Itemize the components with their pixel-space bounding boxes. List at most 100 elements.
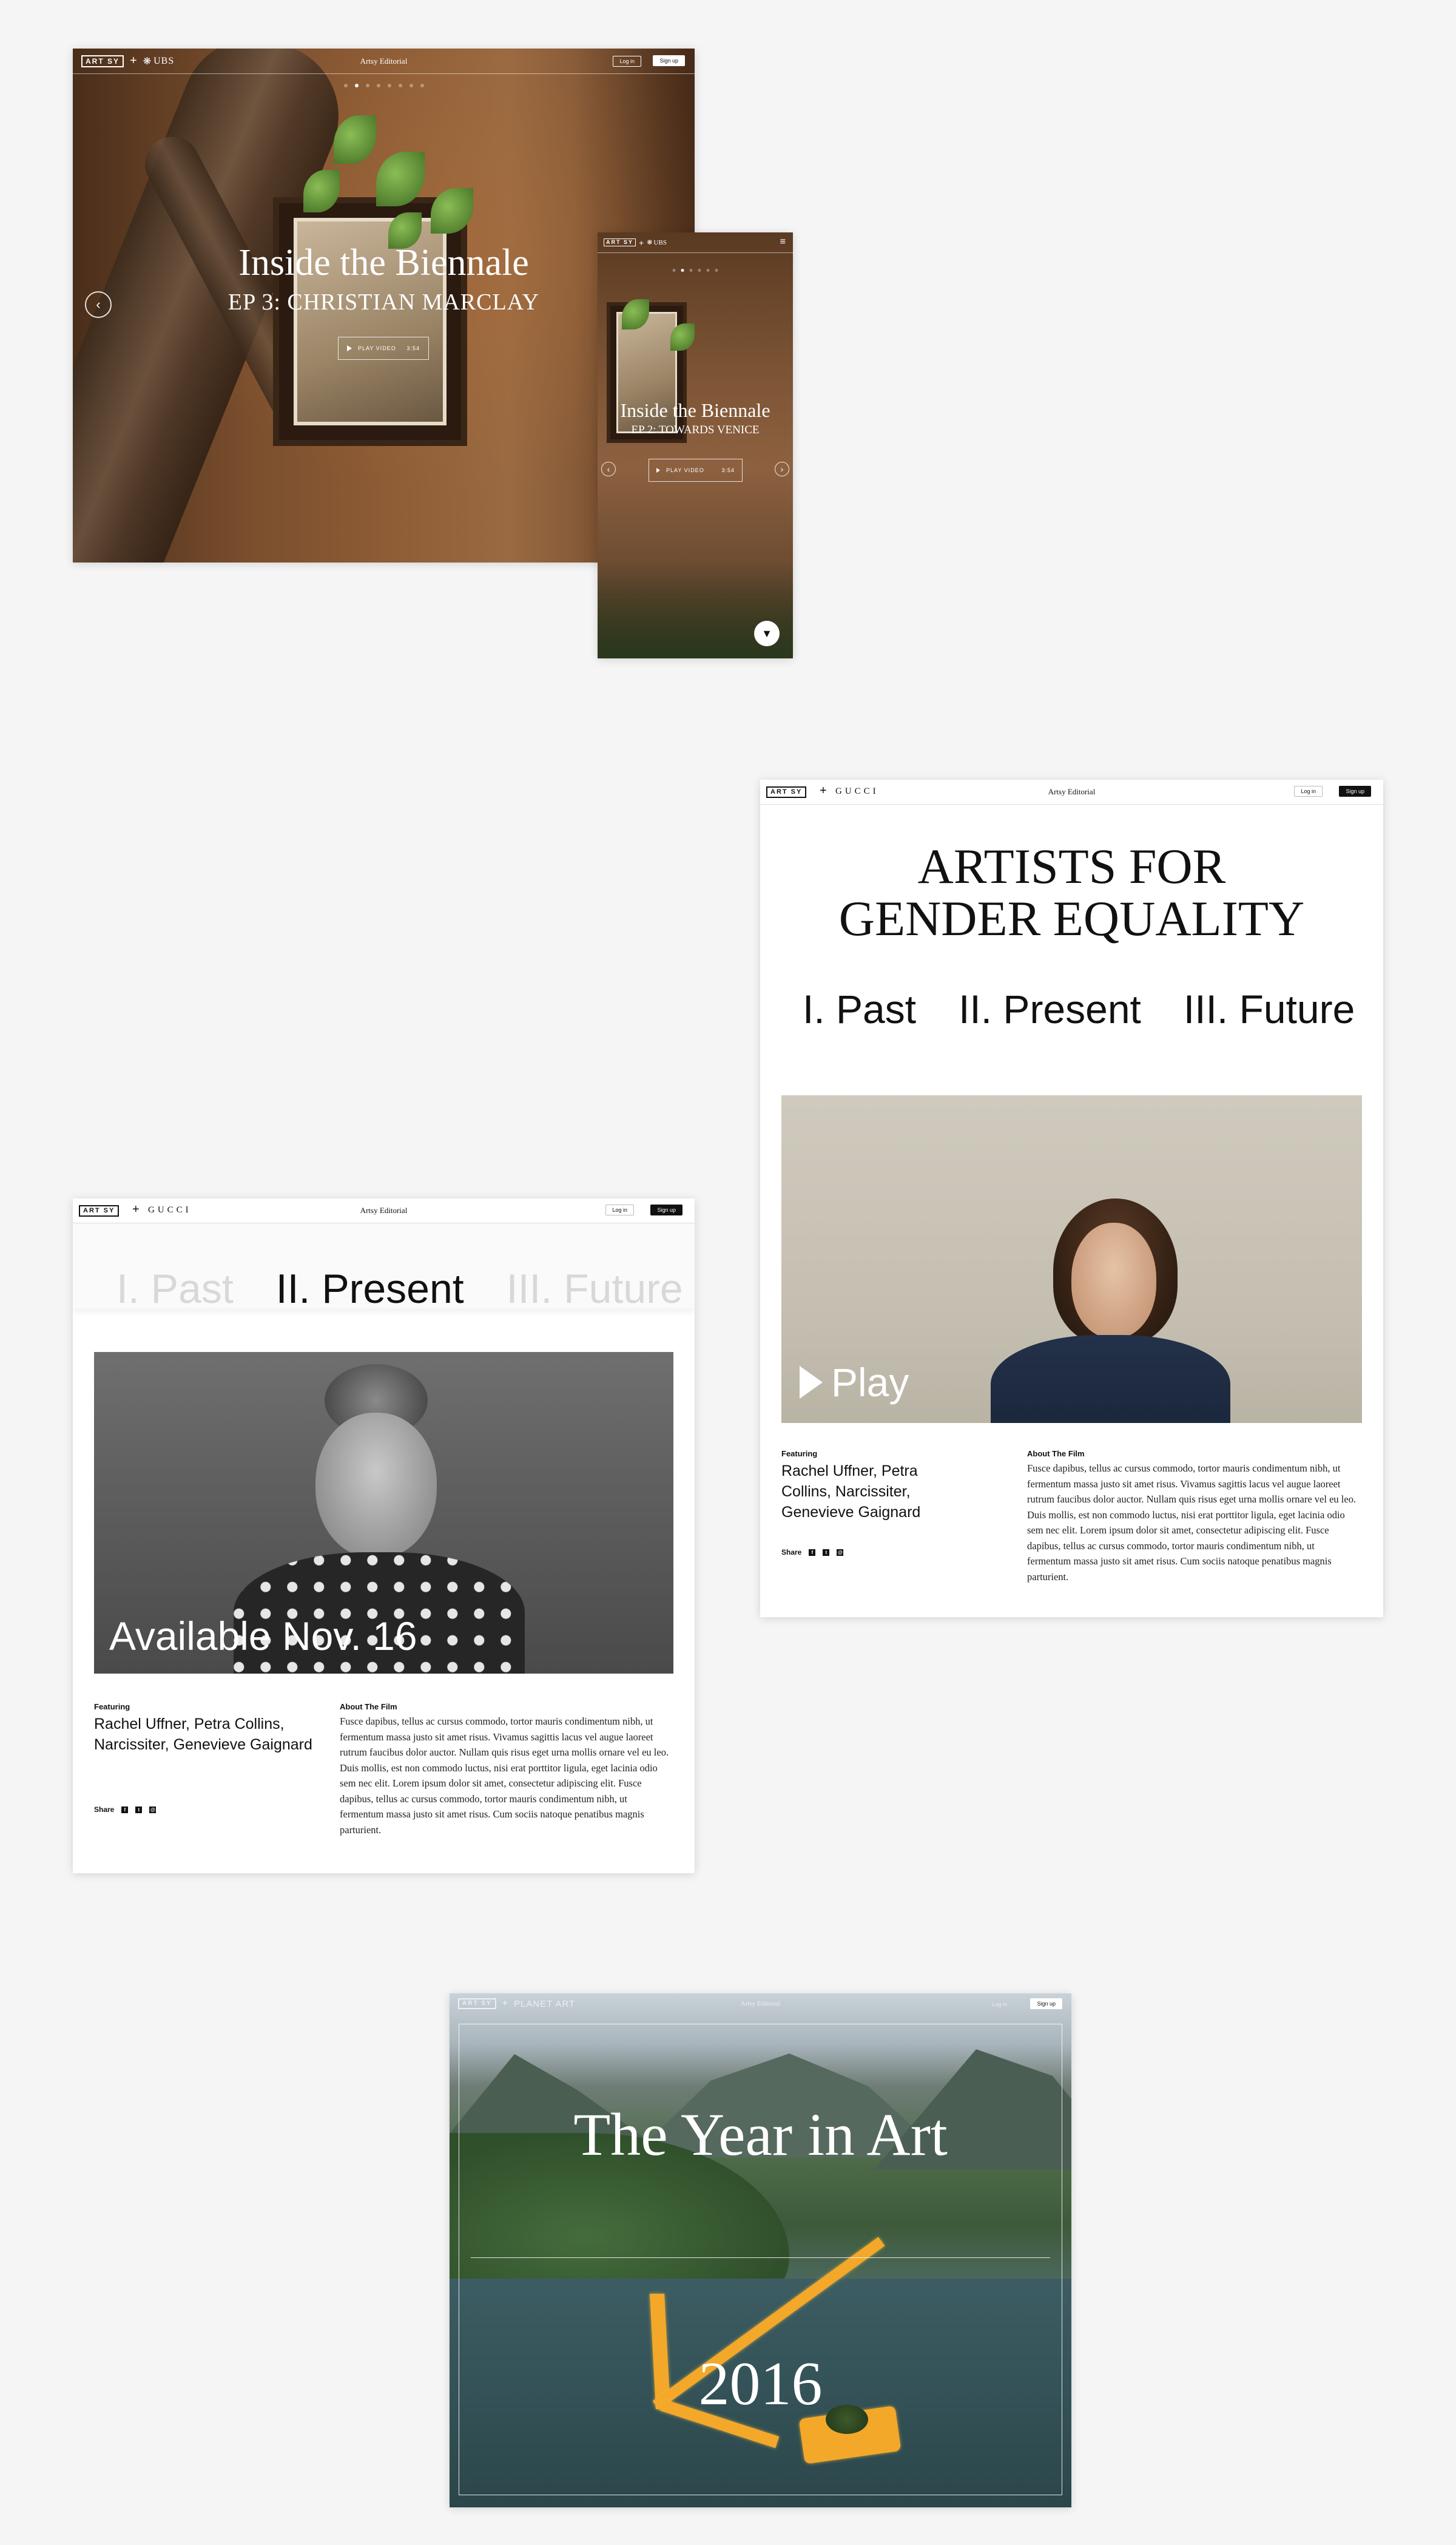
partner-logo: UBS [153, 55, 175, 66]
tab-present[interactable]: II. Present [276, 1265, 464, 1313]
prev-arrow-icon[interactable]: ‹ [85, 291, 112, 318]
video-duration: 3:54 [721, 467, 735, 473]
share-row: Share f t @ [781, 1548, 844, 1556]
email-icon[interactable]: @ [149, 1806, 157, 1813]
tab-present[interactable]: II. Present [959, 986, 1141, 1032]
headline-line-1: ARTISTS FOR [917, 839, 1226, 894]
next-arrow-icon[interactable]: › [775, 462, 789, 476]
gucci-desktop-mockup-past: ART SY + GUCCI Artsy Editorial Log in Si… [760, 780, 1383, 1617]
artsy-logo[interactable]: ART SY [458, 1998, 496, 2009]
share-label: Share [781, 1548, 802, 1556]
framed-painting [607, 302, 687, 443]
facebook-icon[interactable]: f [121, 1806, 129, 1813]
nav-title[interactable]: Artsy Editorial [741, 2000, 781, 2007]
hero-year: 2016 [698, 2350, 823, 2418]
ubs-logo-icon: ❋ [647, 239, 653, 246]
twitter-icon[interactable]: t [823, 1549, 830, 1556]
featuring-names: Rachel Uffner, Petra Collins, Narcissite… [781, 1462, 921, 1521]
slide-dot[interactable] [409, 84, 413, 87]
video-thumbnail[interactable]: Play [781, 1095, 1362, 1423]
artsy-logo[interactable]: ART SY [604, 238, 636, 246]
video-duration: 3:54 [406, 345, 420, 351]
nav-title[interactable]: Artsy Editorial [1048, 787, 1096, 797]
play-label: Play [831, 1360, 909, 1405]
slide-dot-active[interactable] [354, 84, 359, 87]
slide-dot[interactable] [343, 84, 348, 87]
partner-logo: PLANET ART [514, 1998, 576, 2009]
top-nav: ART SY + ❋ UBS ≡ [598, 232, 793, 253]
slide-dot[interactable] [398, 84, 402, 87]
tab-past[interactable]: I. Past [116, 1265, 234, 1313]
available-label: Available Nov. 16 [109, 1614, 417, 1658]
hero-subtitle: EP 2: TOWARDS VENICE [631, 424, 760, 436]
signup-button[interactable]: Sign up [1030, 1998, 1062, 2009]
signup-button[interactable]: Sign up [1339, 786, 1371, 797]
portrait-body [991, 1335, 1230, 1423]
signup-button[interactable]: Sign up [653, 55, 685, 66]
play-button[interactable]: Play [800, 1362, 909, 1402]
login-button[interactable]: Log in [985, 1999, 1014, 2010]
play-icon [347, 345, 352, 351]
play-label: PLAY VIDEO [358, 345, 396, 351]
artsy-logo[interactable]: ART SY [79, 1205, 120, 1217]
hamburger-icon[interactable]: ≡ [780, 237, 786, 248]
about-text: Fusce dapibus, tellus ac cursus commodo,… [1027, 1462, 1357, 1583]
featuring-names: Rachel Uffner, Petra Collins, Narcissite… [94, 1715, 312, 1753]
partner-logo: GUCCI [148, 1205, 192, 1215]
about-text: Fusce dapibus, tellus ac cursus commodo,… [340, 1715, 669, 1836]
play-icon [800, 1366, 823, 1399]
slide-dot[interactable] [689, 269, 693, 272]
slide-dot[interactable] [387, 84, 391, 87]
slide-dot[interactable] [365, 84, 369, 87]
ubs-mobile-mockup: ART SY + ❋ UBS ≡ Inside the Biennale EP … [598, 232, 793, 658]
tab-past[interactable]: I. Past [803, 986, 916, 1032]
facebook-icon[interactable]: f [809, 1549, 816, 1556]
nav-title[interactable]: Artsy Editorial [360, 1206, 408, 1215]
login-button[interactable]: Log in [1294, 786, 1323, 797]
top-nav: ART SY + PLANET ART Artsy Editorial Log … [450, 1993, 1071, 2014]
artsy-logo[interactable]: ART SY [81, 55, 124, 67]
prev-arrow-icon[interactable]: ‹ [601, 462, 616, 476]
top-nav: ART SY + GUCCI Artsy Editorial Log in Si… [73, 1198, 695, 1223]
top-nav: ART SY + ❋ UBS Artsy Editorial Log in Si… [73, 49, 695, 74]
leaf [334, 115, 376, 164]
play-video-button[interactable]: PLAY VIDEO 3:54 [338, 337, 429, 360]
ubs-logo-icon: ❋ [143, 56, 152, 67]
login-button[interactable]: Log in [613, 56, 641, 67]
headline-line-2: GENDER EQUALITY [838, 891, 1305, 946]
partner-logo: GUCCI [835, 786, 879, 796]
tab-future[interactable]: III. Future [507, 1265, 683, 1313]
frame-border [459, 2024, 1062, 2495]
email-icon[interactable]: @ [837, 1549, 844, 1556]
hero-title: Inside the Biennale [620, 399, 770, 421]
slide-dot-active[interactable] [681, 269, 684, 272]
slide-dot[interactable] [698, 269, 701, 272]
hero-title: The Year in Art [573, 2101, 948, 2168]
slide-dot[interactable] [376, 84, 380, 87]
framed-painting [273, 197, 467, 446]
play-icon [656, 468, 660, 473]
slide-dot[interactable] [420, 84, 424, 87]
artsy-logo[interactable]: ART SY [766, 786, 807, 798]
slide-dot[interactable] [715, 269, 718, 272]
nav-title[interactable]: Artsy Editorial [360, 56, 408, 66]
slide-dot[interactable] [706, 269, 710, 272]
login-button[interactable]: Log in [605, 1205, 634, 1215]
video-thumbnail[interactable]: Available Nov. 16 [94, 1352, 673, 1674]
tab-future[interactable]: III. Future [1184, 986, 1355, 1032]
about-label: About The Film [340, 1702, 397, 1711]
featuring-label: Featuring [94, 1702, 130, 1711]
slide-dots [343, 84, 424, 87]
divider [471, 2257, 1050, 2258]
share-label: Share [94, 1805, 115, 1814]
part-tabs: I. Past II. Present III. Future [803, 986, 1355, 1032]
play-video-button[interactable]: PLAY VIDEO 3:54 [649, 459, 743, 482]
slide-dots [672, 269, 718, 272]
headline: ARTISTS FOR GENDER EQUALITY [760, 840, 1383, 945]
part-tabs: I. Past II. Present III. Future [116, 1265, 683, 1313]
about-label: About The Film [1027, 1449, 1085, 1458]
slide-dot[interactable] [672, 269, 676, 272]
twitter-icon[interactable]: t [135, 1806, 143, 1813]
signup-button[interactable]: Sign up [650, 1205, 682, 1215]
chat-icon[interactable]: ▼ [754, 621, 780, 646]
